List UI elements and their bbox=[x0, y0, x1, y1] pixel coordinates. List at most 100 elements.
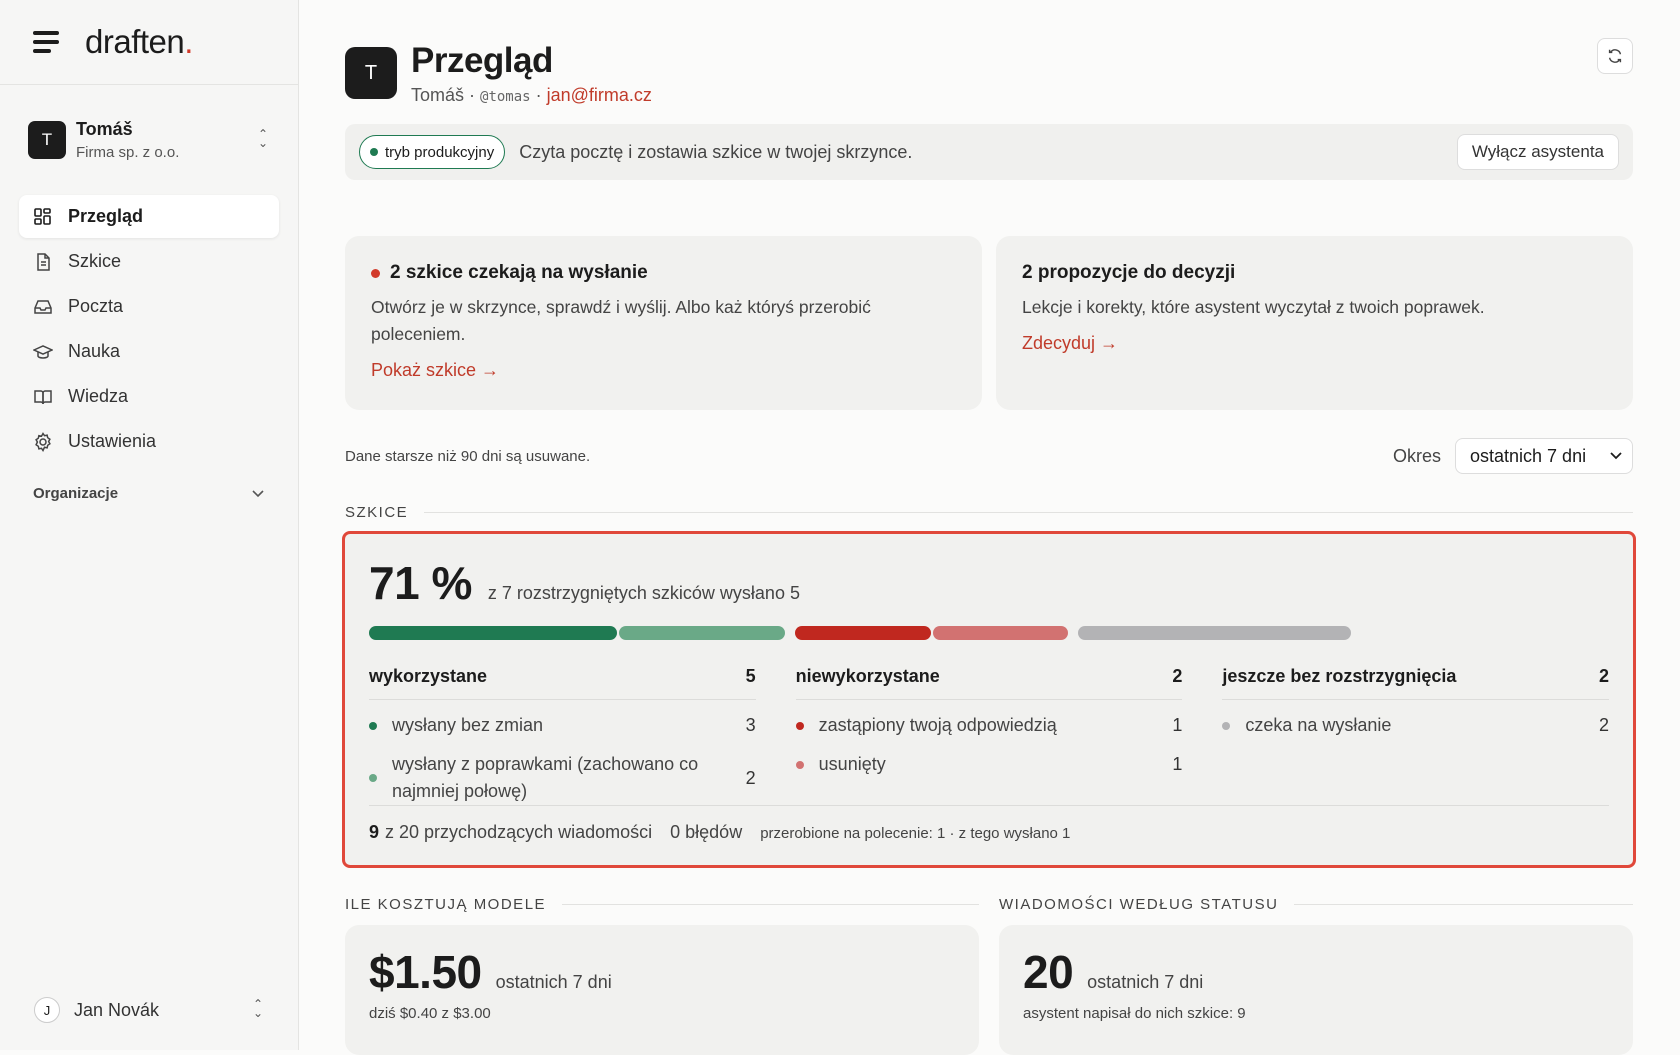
cost-period: ostatnich 7 dni bbox=[495, 972, 612, 992]
sidebar-item-overview[interactable]: Przegląd bbox=[19, 195, 279, 238]
drafts-section-heading: SZKICE bbox=[345, 504, 1633, 521]
pending-bar-group bbox=[1078, 626, 1351, 640]
retention-note: Dane starsze niż 90 dni są usuwane. bbox=[345, 447, 591, 465]
section-title: WIADOMOŚCI WEDŁUG STATUSU bbox=[999, 896, 1279, 913]
row-value: 2 bbox=[1599, 715, 1610, 735]
legend-dot-icon bbox=[369, 721, 377, 730]
sidebar-item-label: Szkice bbox=[68, 251, 122, 271]
sidebar-item-knowledge[interactable]: Wiedza bbox=[19, 375, 279, 418]
used-column: wykorzystane 5 wysłany bez zmian 3 wysłan… bbox=[369, 666, 756, 805]
chevron-up-down-icon: ⌃ ⌄ bbox=[252, 997, 264, 1020]
sidebar-item-label: Poczta bbox=[68, 296, 124, 316]
profile-line: Tomáš · @tomas · jan@firma.cz bbox=[411, 84, 652, 105]
user-name: Jan Novák bbox=[74, 999, 160, 1020]
drafts-breakdown: wykorzystane 5 wysłany bez zmian 3 wysłan… bbox=[369, 666, 1610, 805]
period-filter: Okres ostatnich 7 dni bbox=[1393, 438, 1633, 474]
user-avatar: J bbox=[34, 997, 60, 1023]
legend-dot-icon bbox=[795, 760, 804, 769]
processed-count: 9 bbox=[369, 822, 380, 842]
page-title: Przegląd bbox=[411, 40, 553, 80]
period-value: ostatnich 7 dni bbox=[1470, 445, 1587, 466]
book-icon bbox=[33, 387, 53, 407]
sidebar-item-label: Nauka bbox=[68, 341, 121, 361]
production-mode-badge: tryb produkcyjny bbox=[359, 135, 506, 169]
row-value: 3 bbox=[745, 715, 756, 735]
column-title: wykorzystane bbox=[369, 666, 488, 686]
sidebar-item-learning[interactable]: Nauka bbox=[19, 330, 279, 373]
period-label: Okres bbox=[1392, 445, 1441, 466]
organizations-toggle[interactable]: Organizacje bbox=[0, 485, 298, 502]
organizations-label: Organizacje bbox=[33, 485, 119, 502]
show-drafts-link[interactable]: Pokaż szkice → bbox=[371, 360, 499, 381]
sidebar-nav: Przegląd Szkice Poczta Nauka Wiedza Usta… bbox=[0, 195, 298, 463]
bar-pending bbox=[1078, 626, 1351, 640]
card-description: Lekcje i korekty, które asystent wyczyta… bbox=[1022, 297, 1485, 317]
period-select[interactable]: ostatnich 7 dni bbox=[1455, 438, 1633, 474]
drafts-waiting-card: 2 szkice czekają na wysłanie Otwórz je w… bbox=[345, 236, 982, 410]
gear-icon bbox=[33, 431, 53, 452]
column-total: 5 bbox=[745, 666, 756, 686]
drafts-progress-bar bbox=[369, 626, 1609, 640]
main-content: T Przegląd Tomáš · @tomas · jan@firma.cz… bbox=[342, 0, 1636, 1055]
sidebar-item-drafts[interactable]: Szkice bbox=[19, 240, 279, 283]
sent-percentage: 71 % bbox=[369, 557, 472, 609]
messages-card: 20 ostatnich 7 dni asystent napisał do n… bbox=[999, 925, 1633, 1055]
brand-bar: draften. bbox=[0, 0, 298, 85]
list-item: wysłany bez zmian 3 bbox=[369, 712, 756, 739]
mode-description: Czyta pocztę i zostawia szkice w twojej … bbox=[519, 141, 913, 162]
legend-dot-icon bbox=[1222, 721, 1231, 730]
sidebar-item-mail[interactable]: Poczta bbox=[19, 285, 279, 328]
bar-sent-edited bbox=[619, 626, 785, 640]
account-switcher[interactable]: T Tomáš Firma sp. z o.o. ⌃ ⌄ bbox=[0, 85, 298, 195]
disable-assistant-button[interactable]: Wyłącz asystenta bbox=[1456, 134, 1619, 170]
account-name: Tomáš bbox=[76, 119, 133, 139]
alert-dot-icon bbox=[371, 268, 380, 278]
error-count: 0 błędów bbox=[670, 822, 743, 842]
cost-amount: $1.50 bbox=[369, 946, 482, 998]
section-title: SZKICE bbox=[345, 504, 409, 521]
profile-email[interactable]: jan@firma.cz bbox=[547, 85, 652, 105]
card-title: 2 szkice czekają na wysłanie bbox=[390, 262, 648, 283]
decide-link[interactable]: Zdecyduj → bbox=[1022, 333, 1118, 354]
costs-card: $1.50 ostatnich 7 dni dziś $0.40 z $3.00 bbox=[345, 925, 979, 1055]
profile-avatar: T bbox=[345, 47, 397, 99]
row-label: wysłany z poprawkami (zachowano co najmn… bbox=[392, 754, 699, 801]
row-label: zastąpiony twoją odpowiedzią bbox=[818, 715, 1057, 735]
drafts-stats-panel: 71 % z 7 rozstrzygniętych szkiców wysłan… bbox=[342, 531, 1636, 868]
graduation-cap-icon bbox=[33, 342, 53, 362]
row-label: wysłany bez zmian bbox=[392, 715, 544, 735]
sidebar-item-settings[interactable]: Ustawienia bbox=[19, 420, 279, 463]
chevron-down-icon bbox=[1610, 452, 1622, 460]
row-label: czeka na wysłanie bbox=[1245, 715, 1392, 735]
mode-bar: tryb produkcyjny Czyta pocztę i zostawia… bbox=[345, 124, 1633, 180]
sidebar-item-label: Przegląd bbox=[68, 206, 144, 226]
user-menu[interactable]: J Jan Novák ⌃ ⌄ bbox=[0, 970, 299, 1050]
status-dot-icon bbox=[370, 148, 378, 156]
bottom-sections: ILE KOSZTUJĄ MODELE WIADOMOŚCI WEDŁUG ST… bbox=[345, 896, 1633, 913]
menu-icon[interactable] bbox=[33, 31, 61, 53]
sent-summary: z 7 rozstrzygniętych szkiców wysłano 5 bbox=[487, 583, 800, 603]
chevron-down-icon bbox=[252, 485, 264, 502]
column-total: 2 bbox=[1599, 666, 1610, 686]
messages-section-heading: WIADOMOŚCI WEDŁUG STATUSU bbox=[999, 896, 1633, 913]
row-value: 1 bbox=[1172, 754, 1183, 774]
row-value: 1 bbox=[1172, 715, 1183, 735]
proposals-card: 2 propozycje do decyzji Lekcje i korekty… bbox=[996, 236, 1633, 410]
legend-dot-icon bbox=[369, 774, 377, 782]
logo[interactable]: draften. bbox=[85, 23, 193, 61]
account-company: Firma sp. z o.o. bbox=[76, 144, 180, 161]
bar-deleted bbox=[932, 626, 1068, 640]
list-item: czeka na wysłanie 2 bbox=[1222, 712, 1609, 739]
sidebar: draften. T Tomáš Firma sp. z o.o. ⌃ ⌄ Prz… bbox=[0, 0, 299, 1050]
page-header: T Przegląd Tomáš · @tomas · jan@firma.cz bbox=[345, 0, 1633, 108]
bar-replaced bbox=[795, 626, 931, 640]
drafts-footer: 9 z 20 przychodzących wiadomości 0 błędó… bbox=[369, 805, 1609, 843]
card-description: Otwórz je w skrzynce, sprawdź i wyślij. … bbox=[371, 297, 871, 344]
refresh-button[interactable] bbox=[1597, 38, 1633, 74]
bar-sent-unchanged bbox=[369, 626, 618, 640]
used-bar-group bbox=[369, 626, 785, 640]
refresh-icon bbox=[1608, 49, 1622, 63]
list-item: usunięty 1 bbox=[795, 751, 1183, 778]
inbox-icon bbox=[33, 297, 53, 317]
column-total: 2 bbox=[1172, 666, 1183, 686]
